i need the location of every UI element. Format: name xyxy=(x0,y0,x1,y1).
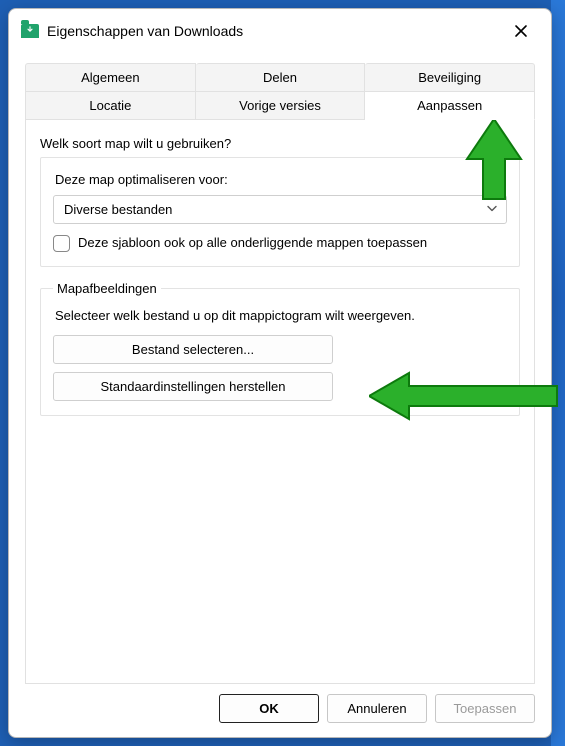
close-icon xyxy=(514,24,528,38)
chevron-down-icon xyxy=(486,202,498,217)
tab-strip: Algemeen Delen Beveiliging Locatie Vorig… xyxy=(25,63,535,120)
ok-button[interactable]: OK xyxy=(219,694,319,723)
apply-button[interactable]: Toepassen xyxy=(435,694,535,723)
folder-download-icon xyxy=(21,24,39,38)
close-button[interactable] xyxy=(501,17,541,45)
window-title: Eigenschappen van Downloads xyxy=(47,23,243,39)
mapimages-legend: Mapafbeeldingen xyxy=(53,281,161,296)
properties-dialog: Eigenschappen van Downloads Algemeen Del… xyxy=(8,8,552,738)
optimize-select-value: Diverse bestanden xyxy=(64,202,172,217)
mapimages-fieldset: Mapafbeeldingen Selecteer welk bestand u… xyxy=(40,281,520,416)
apply-subfolders-label: Deze sjabloon ook op alle onderliggende … xyxy=(78,234,427,252)
choose-file-button[interactable]: Bestand selecteren... xyxy=(53,335,333,364)
titlebar: Eigenschappen van Downloads xyxy=(9,9,551,51)
mapimages-desc: Selecteer welk bestand u op dit mappicto… xyxy=(55,308,507,323)
tab-aanpassen[interactable]: Aanpassen xyxy=(365,91,535,120)
cancel-button[interactable]: Annuleren xyxy=(327,694,427,723)
tab-locatie[interactable]: Locatie xyxy=(25,91,196,120)
dialog-content: Algemeen Delen Beveiliging Locatie Vorig… xyxy=(9,51,551,684)
tab-beveiliging[interactable]: Beveiliging xyxy=(365,63,535,91)
optimize-fieldset: Deze map optimaliseren voor: Diverse bes… xyxy=(40,157,520,267)
apply-subfolders-checkbox[interactable] xyxy=(53,235,70,252)
desktop-background-strip xyxy=(551,0,565,746)
optimize-select[interactable]: Diverse bestanden xyxy=(53,195,507,224)
dialog-footer: OK Annuleren Toepassen xyxy=(9,684,551,737)
tab-panel-aanpassen: Welk soort map wilt u gebruiken? Deze ma… xyxy=(25,119,535,684)
tab-algemeen[interactable]: Algemeen xyxy=(25,63,196,91)
tab-vorige-versies[interactable]: Vorige versies xyxy=(196,91,366,120)
optimize-label: Deze map optimaliseren voor: xyxy=(55,172,507,187)
tab-delen[interactable]: Delen xyxy=(196,63,366,91)
customize-heading: Welk soort map wilt u gebruiken? xyxy=(40,136,520,151)
restore-defaults-button[interactable]: Standaardinstellingen herstellen xyxy=(53,372,333,401)
